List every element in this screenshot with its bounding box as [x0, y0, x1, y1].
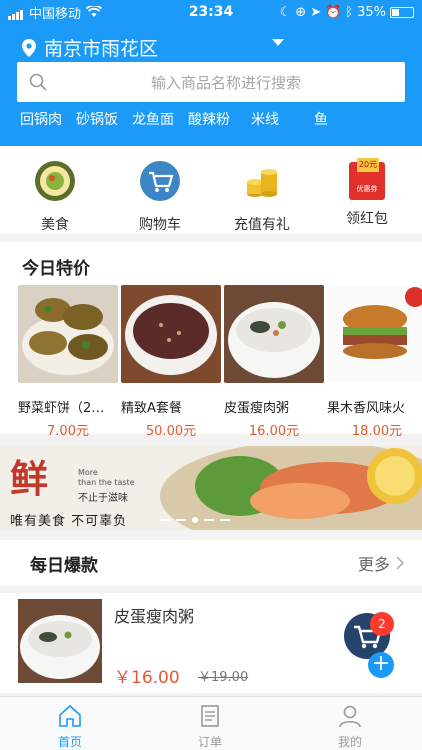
- product-price: 50.00元: [145, 424, 197, 439]
- tab-home[interactable]: 首页: [30, 703, 110, 750]
- moon-icon: ☾: [279, 4, 292, 20]
- category-cart[interactable]: 购物车: [120, 160, 200, 234]
- user-icon: [339, 705, 361, 728]
- banner-line3: 不止于滋味: [78, 493, 128, 504]
- product-image: [18, 285, 118, 383]
- carousel-dots: [160, 517, 230, 523]
- tab-label: 我的: [337, 735, 362, 749]
- tab-profile[interactable]: 我的: [310, 703, 390, 750]
- cart-icon: [140, 161, 180, 201]
- lock-rotation-icon: ⊕: [295, 4, 307, 20]
- red-envelope-icon: 20元 优惠券: [349, 158, 385, 200]
- wifi-icon: [86, 6, 103, 17]
- dropdown-caret-icon[interactable]: [272, 39, 284, 46]
- hot-tag[interactable]: 回锅肉: [20, 109, 62, 129]
- banner-slogan: 唯有美食 不可辜负: [10, 514, 128, 529]
- carrier-label: 中国移动: [29, 6, 82, 22]
- tab-label: 订单: [197, 735, 222, 749]
- product-card[interactable]: 精致A套餐 50.00元: [121, 285, 221, 439]
- coins-icon: [247, 169, 277, 197]
- item-old-price: ￥19.00: [198, 670, 249, 685]
- category-label: 购物车: [139, 217, 181, 233]
- banner-line2: than the taste: [78, 478, 135, 487]
- product-name: 皮蛋瘦肉粥: [224, 401, 290, 416]
- add-to-cart-button[interactable]: +: [368, 652, 394, 678]
- location-city: 南京市雨花区: [44, 38, 159, 60]
- search-placeholder: 输入商品名称进行搜索: [150, 73, 301, 92]
- daily-hot-header: 每日爆款 更多: [0, 540, 422, 586]
- order-list-icon: [201, 705, 219, 727]
- status-bar: 中国移动 23:34 ☾ ⊕ ➤ ⏰ ᛒ 35%: [0, 0, 422, 24]
- section-title: 每日爆款: [30, 555, 98, 576]
- header: 南京市雨花区 输入商品名称进行搜索 回锅肉 砂锅饭 龙鱼面 酸辣粉 米线 鱼: [0, 24, 422, 146]
- alarm-icon: ⏰: [325, 4, 342, 20]
- cart-count-badge: 2: [370, 612, 394, 636]
- category-label: 领红包: [346, 211, 388, 227]
- tab-label: 首页: [57, 735, 82, 749]
- product-price: 7.00元: [47, 424, 89, 439]
- category-grid: 美食 购物车 充值有礼 20元 优惠券 领红包: [0, 146, 422, 234]
- category-label: 美食: [41, 217, 69, 233]
- hot-tag[interactable]: 砂锅饭: [76, 109, 118, 129]
- banner-big-char: 鲜: [10, 457, 49, 501]
- category-recharge[interactable]: 充值有礼: [222, 160, 302, 234]
- clock: 23:34: [188, 4, 234, 20]
- product-card[interactable]: 果木香风味火 18.00元: [327, 285, 422, 439]
- product-image: [121, 285, 221, 383]
- product-name: 野菜虾饼（2…: [18, 401, 105, 416]
- item-name: 皮蛋瘦肉粥: [114, 607, 195, 626]
- bluetooth-icon: ᛒ: [345, 4, 354, 20]
- category-label: 充值有礼: [234, 217, 290, 233]
- category-red-envelope[interactable]: 20元 优惠券 领红包: [327, 158, 407, 228]
- item-price: ￥16.00: [114, 668, 180, 688]
- banner-line1: More: [78, 468, 98, 477]
- product-name: 果木香风味火: [327, 401, 406, 416]
- product-image: [224, 285, 324, 383]
- coupon-tag: 20元: [357, 158, 379, 172]
- search-icon: [29, 73, 47, 91]
- hot-tag[interactable]: 鱼: [314, 109, 328, 129]
- product-card[interactable]: 野菜虾饼（2… 7.00元: [18, 285, 118, 439]
- today-specials-section: 今日特价 野菜虾饼（2… 7.00元 精致A套餐 50.00元 皮蛋瘦肉粥 16…: [0, 242, 422, 439]
- coupon-label: 优惠券: [356, 185, 378, 193]
- tab-bar: 首页 订单 我的: [0, 696, 422, 750]
- search-input[interactable]: 输入商品名称进行搜索: [17, 62, 405, 102]
- product-price: 16.00元: [248, 424, 300, 439]
- product-price: 18.00元: [351, 424, 403, 439]
- promo-banner[interactable]: 鲜 More than the taste 不止于滋味 唯有美食 不可辜负: [0, 446, 422, 530]
- tab-orders[interactable]: 订单: [170, 703, 250, 750]
- product-name: 精致A套餐: [121, 401, 182, 416]
- more-label: 更多: [357, 555, 390, 574]
- battery-percent: 35%: [357, 4, 386, 20]
- location-selector[interactable]: 南京市雨花区: [22, 34, 158, 61]
- hot-tag[interactable]: 龙鱼面: [132, 109, 174, 129]
- more-link[interactable]: 更多: [358, 551, 404, 575]
- battery-icon: [390, 6, 414, 18]
- chevron-right-icon: [396, 556, 404, 570]
- home-icon: [59, 704, 81, 727]
- hot-tag[interactable]: 酸辣粉: [188, 109, 230, 129]
- location-arrow-icon: ➤: [310, 4, 322, 20]
- hot-tag[interactable]: 米线: [251, 109, 279, 129]
- food-icon: [35, 161, 75, 201]
- location-pin-icon: [22, 38, 36, 57]
- product-card[interactable]: 皮蛋瘦肉粥 16.00元: [224, 285, 324, 439]
- signal-icon: [8, 5, 24, 20]
- product-image: [18, 599, 102, 683]
- category-food[interactable]: 美食: [15, 160, 95, 234]
- section-title: 今日特价: [22, 259, 90, 279]
- product-image: [327, 285, 422, 383]
